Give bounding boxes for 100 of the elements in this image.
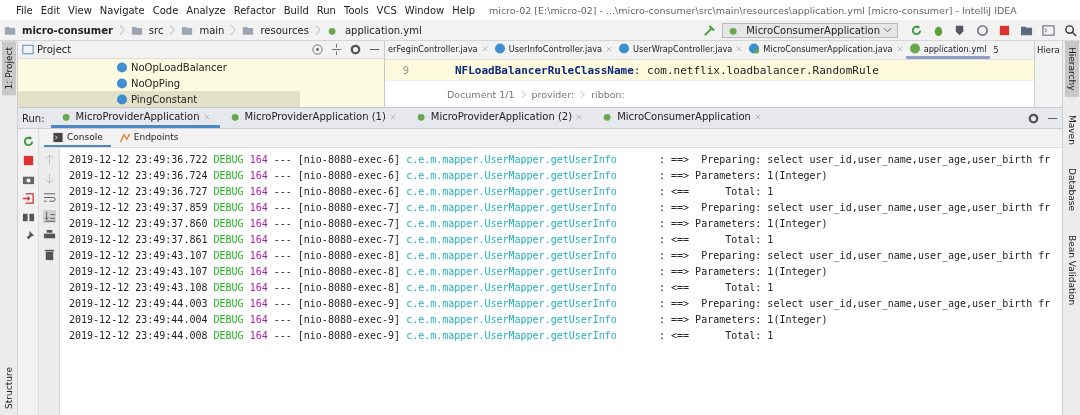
log-message: : ==> Preparing: select user_id,user_name,user_age,user_birth fr [659,153,1051,165]
tree-item[interactable]: NoOpLoadBalancer [18,59,300,75]
chevron-icon [169,24,176,36]
log-message: : <== Total: 1 [659,329,774,341]
run-tab[interactable]: MicroProviderApplication (1) [219,108,406,128]
breadcrumb-item[interactable]: provider: [531,88,575,100]
editor-tab[interactable]: MicroConsumerApplication.java [745,41,906,59]
panel-title[interactable]: Project [37,44,72,55]
log-pid: 164 [249,265,268,277]
target-icon[interactable] [311,43,324,56]
breadcrumb-item[interactable]: ribbon: [591,88,625,100]
log-thread: [nio-8080-exec-6] [297,153,401,165]
log-level: DEBUG [213,217,244,229]
tool-window-tab[interactable]: Bean Validation [1064,229,1079,312]
log-thread: [nio-8080-exec-9] [297,329,401,341]
tree-item[interactable]: PingConstant [18,91,300,107]
log-timestamp: 2019-12-12 23:49:37.859 [69,201,208,213]
run-tab[interactable]: MicroConsumerApplication [592,108,771,128]
search-icon[interactable] [1064,23,1077,37]
exit-icon[interactable] [21,192,35,205]
menu-item[interactable]: Analyze [182,4,230,16]
tab-overflow-count[interactable]: 5 [989,41,1003,59]
log-thread: [nio-8080-exec-7] [297,201,401,213]
caret-icon [883,27,892,33]
panel-title[interactable]: Hiera [1037,45,1060,55]
tool-window-tab[interactable]: Hierarchy [1064,41,1079,97]
collapse-icon[interactable] [330,43,343,56]
menu-item[interactable]: Help [448,4,480,16]
settings-icon[interactable] [349,43,362,56]
wrap-icon[interactable] [42,191,56,204]
rerun-icon[interactable] [910,23,923,37]
menu-item[interactable]: View [64,4,96,16]
log-thread: [nio-8080-exec-8] [297,281,401,293]
log-pid: 164 [249,185,268,197]
class-icon [116,61,128,73]
log-separator: --- [273,329,292,341]
trash-icon[interactable] [42,248,56,261]
endpoints-icon [118,131,131,143]
menu-item[interactable]: Navigate [95,4,149,16]
log-timestamp: 2019-12-12 23:49:36.727 [69,185,208,197]
run-tab[interactable]: MicroProviderApplication (2) [405,108,593,128]
log-level: DEBUG [213,233,244,245]
menu-item[interactable]: Code [148,4,183,16]
log-timestamp: 2019-12-12 23:49:44.004 [69,313,208,325]
scroll-to-end-icon[interactable] [42,210,56,223]
log-level: DEBUG [213,169,244,181]
stop-icon[interactable] [998,23,1011,37]
editor-tab[interactable]: erFeginController.java [385,41,491,59]
tool-window-tab[interactable]: Database [1064,162,1079,218]
log-thread: [nio-8080-exec-6] [297,169,401,181]
tree-item[interactable]: NoOpPing [18,75,300,91]
log-message: : ==> Parameters: 1(Integer) [659,217,828,229]
class-icon [116,77,128,89]
menu-item[interactable]: Edit [36,4,65,16]
class-icon [116,93,128,105]
log-message: : <== Total: 1 [659,281,774,293]
breadcrumb-item[interactable]: application.yml [344,24,422,36]
run-configuration-dropdown[interactable]: MicroConsumerApplication [722,22,898,38]
log-level: DEBUG [213,329,244,341]
editor-tab[interactable]: UserInfoController.java [490,41,616,59]
breadcrumb-item[interactable]: Document 1/1 [447,88,515,100]
log-pid: 164 [249,233,268,245]
class-file-icon [493,43,506,54]
stop-icon[interactable] [21,154,35,167]
log-separator: --- [273,185,292,197]
chevron-icon [314,24,321,36]
log-timestamp: 2019-12-12 23:49:36.724 [69,169,208,181]
log-level: DEBUG [213,313,244,325]
menu-item[interactable]: Run [312,4,340,16]
tool-window-tab[interactable]: Maven [1064,108,1079,151]
menu-item[interactable]: File [12,4,37,16]
log-pid: 164 [249,153,268,165]
terminal-icon[interactable] [1042,23,1055,37]
log-logger: c.e.m.mapper.UserMapper.getUserInfo [406,329,617,341]
breadcrumb-item[interactable]: micro-consumer [22,24,113,36]
hammer-icon[interactable] [703,23,717,37]
log-timestamp: 2019-12-12 23:49:44.003 [69,297,208,309]
settings-icon[interactable] [1027,111,1040,125]
rerun-icon[interactable] [21,135,35,148]
class-file-icon [748,43,761,54]
breadcrumb-item[interactable]: src [148,24,164,36]
menu-item[interactable]: Build [279,4,313,16]
log-timestamp: 2019-12-12 23:49:43.108 [69,281,208,293]
console-tab[interactable]: Endpoints [110,129,187,147]
structure-tool-tab[interactable]: Structure [1,361,16,415]
breadcrumb-item[interactable]: resources [260,24,309,36]
menu-item[interactable]: Refactor [229,4,280,16]
breadcrumb-item[interactable]: main [199,24,225,36]
log-pid: 164 [249,201,268,213]
layout-icon[interactable] [21,211,35,224]
editor-tab[interactable]: UserWrapController.java [615,41,746,59]
log-thread: [nio-8080-exec-9] [297,313,401,325]
menu-item[interactable]: Window [400,4,449,16]
project-tool-tab[interactable]: 1: Project [1,41,16,96]
log-pid: 164 [249,297,268,309]
menu-item[interactable]: VCS [372,4,401,16]
menu-item[interactable]: Tools [339,4,373,16]
log-pid: 164 [249,169,268,181]
log-logger: c.e.m.mapper.UserMapper.getUserInfo [406,169,617,181]
console-tab[interactable]: Console [44,129,111,147]
